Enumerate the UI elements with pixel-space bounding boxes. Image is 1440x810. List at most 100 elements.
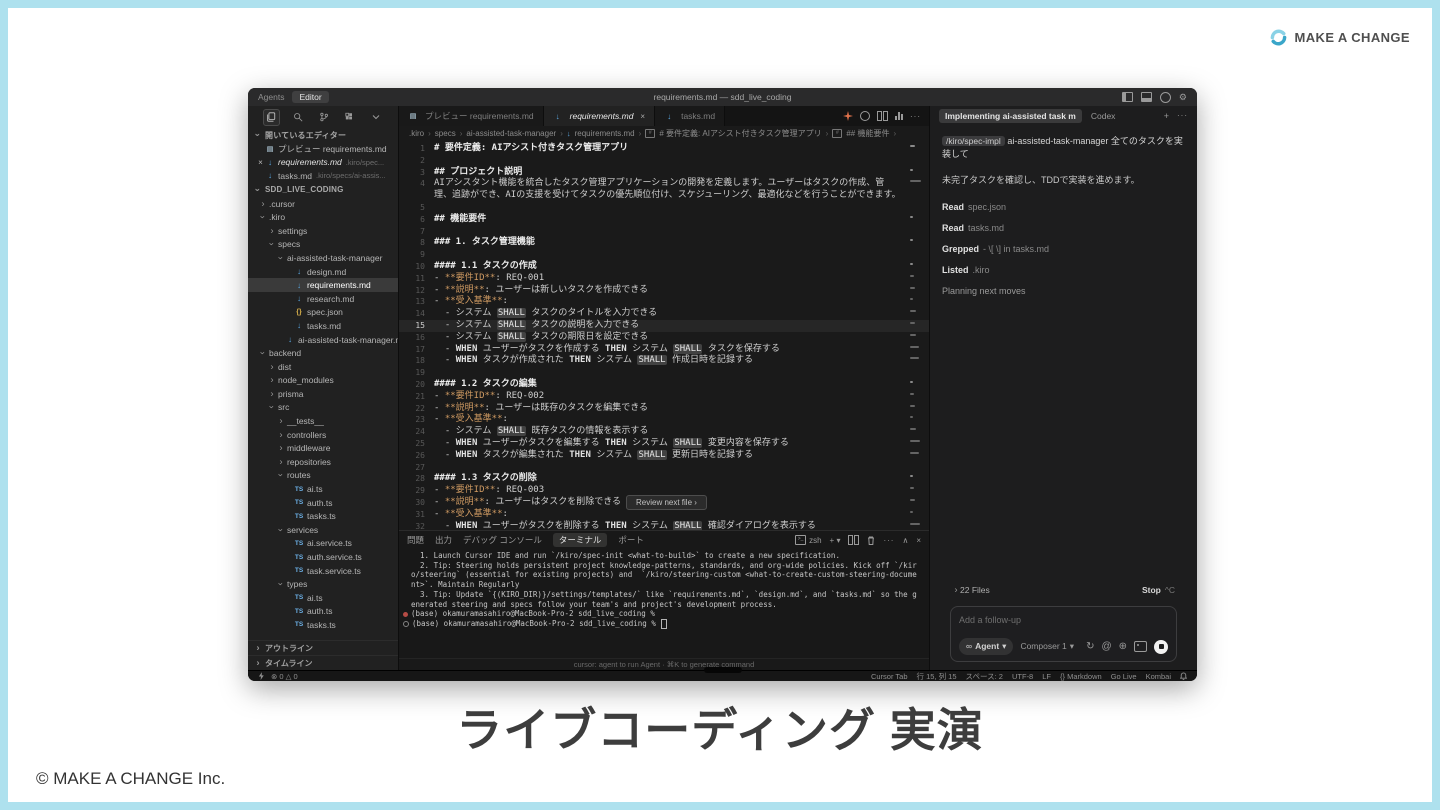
bell-icon[interactable] (1180, 672, 1187, 680)
code-line[interactable]: 26 - WHEN タスクが編集された THEN システム SHALL 更新日時… (399, 449, 929, 462)
code-line[interactable]: 3 ## プロジェクト説明 (399, 167, 929, 179)
code-line[interactable]: 15 - システム SHALL タスクの説明を入力できる (399, 319, 929, 332)
code-line[interactable]: 7 (399, 226, 929, 238)
code-line[interactable]: 19 (399, 367, 929, 379)
tool-call[interactable]: Grepped - \[ \] in tasks.md (942, 243, 1185, 256)
tree-item-auth.service.ts[interactable]: TS auth.service.ts (248, 550, 398, 564)
statusbar-item[interactable]: Cursor Tab (871, 672, 908, 681)
code-line[interactable]: 21- **要件ID**: REQ-002 (399, 391, 929, 403)
explorer-icon[interactable] (262, 108, 280, 126)
split-editor-icon[interactable] (877, 111, 888, 121)
tree-item-task.service.ts[interactable]: TS task.service.ts (248, 564, 398, 578)
tool-call[interactable]: Read spec.json (942, 201, 1185, 214)
tab-output[interactable]: 出力 (435, 534, 452, 546)
chat-tab-codex[interactable]: Codex (1091, 111, 1116, 121)
tree-item-ai.ts[interactable]: TS ai.ts (248, 591, 398, 605)
tree-item-auth.ts[interactable]: TS auth.ts (248, 496, 398, 510)
chat-more-icon[interactable]: ··· (1177, 111, 1188, 121)
maximize-panel-icon[interactable]: ∧ (902, 536, 908, 545)
editor-tab-プレビュー requirements.md[interactable]: ▤ プレビュー requirements.md (399, 106, 544, 126)
stop-generation-button[interactable] (1154, 639, 1168, 654)
statusbar-item[interactable]: UTF-8 (1012, 672, 1033, 681)
toggle-sidebar-icon[interactable] (1121, 92, 1133, 102)
mention-icon[interactable]: @ (1101, 640, 1111, 653)
search-icon[interactable] (291, 110, 306, 125)
statusbar-item[interactable]: LF (1042, 672, 1051, 681)
code-line[interactable]: 28 #### 1.3 タスクの削除 (399, 473, 929, 485)
tree-item-src[interactable]: › src (248, 401, 398, 415)
open-editor-item[interactable]: × ↓ requirements.md .kiro/spec... (248, 156, 398, 170)
shell-selector[interactable]: >_ zsh (795, 535, 822, 545)
agent-mode-selector[interactable]: ∞ Agent ▾ (959, 638, 1014, 655)
gear-icon[interactable]: ⚙ (1179, 92, 1187, 102)
tab-terminal[interactable]: ターミナル (552, 533, 608, 547)
breadcrumb-item[interactable]: specs (435, 129, 456, 138)
tree-item-settings[interactable]: › settings (248, 224, 398, 238)
editor-tab[interactable]: Editor (292, 91, 329, 103)
breadcrumb-item[interactable]: # 要件定義: AIアシスト付きタスク管理アプリ (659, 128, 821, 139)
tree-item-tasks.ts[interactable]: TS tasks.ts (248, 509, 398, 523)
code-line[interactable]: 17 - WHEN ユーザーがタスクを作成する THEN システム SHALL … (399, 343, 929, 356)
breadcrumb-item[interactable]: .kiro (409, 129, 424, 138)
source-control-icon[interactable] (317, 110, 332, 125)
code-line[interactable]: 31- **受入基準**: (399, 509, 929, 521)
tree-item-specs[interactable]: › specs (248, 238, 398, 252)
problems-indicator[interactable]: ⊗ 0 △ 0 (271, 672, 298, 681)
tree-item-ai.service.ts[interactable]: TS ai.service.ts (248, 537, 398, 551)
stop-button[interactable]: Stop ^C (1142, 584, 1175, 597)
tree-item-__tests__[interactable]: › __tests__ (248, 414, 398, 428)
tree-item-routes[interactable]: › routes (248, 469, 398, 483)
tree-item-design.md[interactable]: ↓ design.md (248, 265, 398, 279)
code-line[interactable]: 20 #### 1.2 タスクの編集 (399, 379, 929, 391)
tab-ports[interactable]: ポート (618, 534, 644, 546)
resize-grip[interactable] (703, 667, 742, 673)
statusbar-item[interactable]: Kombai (1146, 672, 1171, 681)
code-line[interactable]: 9 (399, 249, 929, 261)
files-summary-row[interactable]: › 22 Files Stop ^C (942, 579, 1185, 602)
breadcrumb-item[interactable]: ai-assisted-task-manager (466, 129, 556, 138)
code-line[interactable]: 1 # 要件定義: AIアシスト付きタスク管理アプリ (399, 143, 929, 155)
more-actions-icon[interactable]: ··· (910, 112, 921, 121)
tool-call[interactable]: Planning next moves (942, 285, 1185, 298)
tree-item-ai-assisted-task-manager[interactable]: › ai-assisted-task-manager (248, 251, 398, 265)
tab-problems[interactable]: 問題 (407, 534, 424, 546)
code-line[interactable]: 23- **受入基準**: (399, 414, 929, 426)
code-line[interactable]: 18 - WHEN タスクが作成された THEN システム SHALL 作成日時… (399, 355, 929, 367)
extensions-icon[interactable] (343, 110, 358, 125)
project-root-header[interactable]: › SDD_LIVE_CODING (248, 183, 398, 197)
tab-debug-console[interactable]: デバッグ コンソール (463, 534, 542, 546)
open-editor-item[interactable]: ▤ プレビュー requirements.md (248, 142, 398, 156)
tree-item-tasks.ts[interactable]: TS tasks.ts (248, 618, 398, 632)
breadcrumb[interactable]: .kiro › specs › ai-assisted-task-manager › ↓ re… (399, 126, 929, 140)
review-next-file-button[interactable]: Review next file › (626, 495, 707, 510)
tool-call[interactable]: Read tasks.md (942, 222, 1185, 235)
code-line[interactable]: 4 AIアシスタント機能を統合したタスク管理アプリケーションの開発を定義します。ユ… (399, 178, 929, 202)
tree-item-ai-assisted-task-manager.md[interactable]: ↓ ai-assisted-task-manager.md (248, 333, 398, 347)
statusbar-item[interactable]: 行 15, 列 15 (917, 671, 957, 682)
breadcrumb-item[interactable]: ## 機能要件 (846, 128, 889, 139)
code-line[interactable]: 14 - システム SHALL タスクのタイトルを入力できる (399, 308, 929, 320)
tree-item-dist[interactable]: › dist (248, 360, 398, 374)
tree-item-repositories[interactable]: › repositories (248, 455, 398, 469)
chevron-down-icon[interactable] (369, 110, 384, 125)
close-icon[interactable]: × (640, 112, 645, 121)
chat-tab-active[interactable]: Implementing ai-assisted task m (939, 109, 1082, 123)
tree-item-middleware[interactable]: › middleware (248, 441, 398, 455)
tree-item-auth.ts[interactable]: TS auth.ts (248, 605, 398, 619)
tree-item-ai.ts[interactable]: TS ai.ts (248, 482, 398, 496)
split-terminal-icon[interactable] (848, 535, 860, 545)
tool-call[interactable]: Listed .kiro (942, 264, 1185, 277)
tree-item-backend[interactable]: › backend (248, 346, 398, 360)
tree-item-spec.json[interactable]: {} spec.json (248, 306, 398, 320)
tree-item-prisma[interactable]: › prisma (248, 387, 398, 401)
tree-item-requirements.md[interactable]: ↓ requirements.md (248, 278, 398, 292)
tree-item-node_modules[interactable]: › node_modules (248, 374, 398, 388)
new-chat-icon[interactable]: + (1164, 111, 1169, 121)
history-icon[interactable]: ↻ (1086, 640, 1094, 653)
layout-icon[interactable] (1159, 91, 1171, 103)
code-line[interactable]: 10 #### 1.1 タスクの作成 (399, 261, 929, 273)
tree-item-types[interactable]: › types (248, 577, 398, 591)
code-line[interactable]: 12- **説明**: ユーザーは新しいタスクを作成できる (399, 285, 929, 297)
editor-tab-tasks.md[interactable]: ↓ tasks.md (655, 106, 726, 126)
chat-input-card[interactable]: Add a follow-up ∞ Agent ▾ Composer 1 ▾ ↻… (950, 606, 1177, 662)
